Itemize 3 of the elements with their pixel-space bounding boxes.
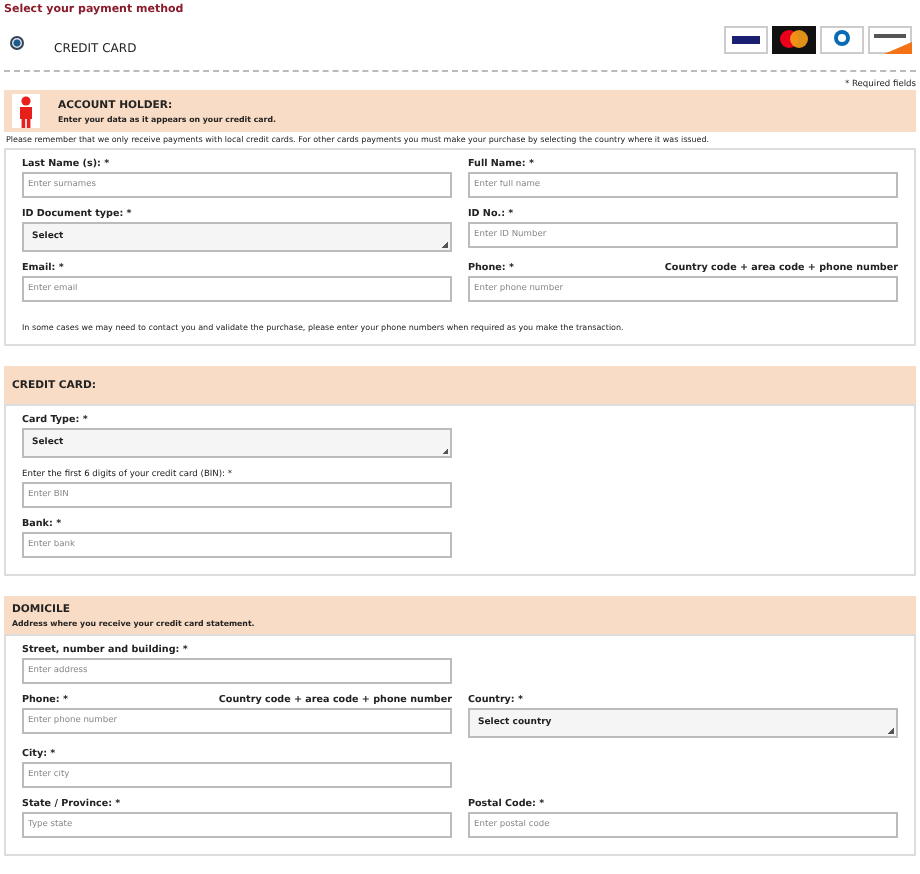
person-icon xyxy=(18,95,34,127)
radio-button[interactable] xyxy=(10,35,24,49)
mastercard-icon xyxy=(772,25,816,53)
